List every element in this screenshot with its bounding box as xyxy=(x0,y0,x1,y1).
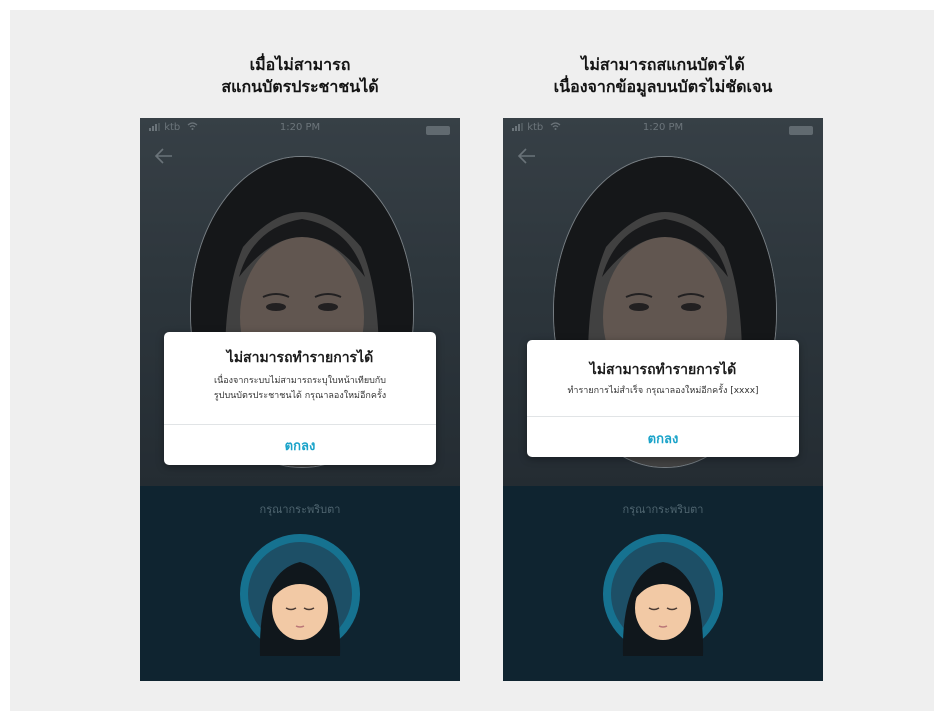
dialog-message-line: เนื่องจากระบบไม่สามารถระบุใบหน้าเทียบกับ xyxy=(214,376,386,386)
dialog-message: เนื่องจากระบบไม่สามารถระบุใบหน้าเทียบกับ… xyxy=(164,374,436,404)
face-avatar-icon xyxy=(238,532,362,656)
blink-instruction: กรุณากระพริบตา xyxy=(259,503,341,516)
caption-right: ไม่สามารถสแกนบัตรได้ เนื่องจากข้อมูลบนบั… xyxy=(498,54,828,98)
blink-prompt-area: กรุณากระพริบตา xyxy=(503,486,823,681)
phone-screen-left: ktb 1:20 PM กรุณากระพริบตา ไม่สามารถทำรา… xyxy=(140,118,460,681)
dialog-title: ไม่สามารถทำรายการได้ xyxy=(226,350,374,366)
error-dialog: ไม่สามารถทำรายการได้ เนื่องจากระบบไม่สาม… xyxy=(164,332,436,465)
dialog-message-line: รูปบนบัตรประชาชนได้ กรุณาลองใหม่อีกครั้ง xyxy=(213,391,387,401)
dialog-title: ไม่สามารถทำรายการได้ xyxy=(589,362,737,378)
blink-prompt-area: กรุณากระพริบตา xyxy=(140,486,460,681)
caption-line: เมื่อไม่สามารถ xyxy=(249,55,351,74)
error-dialog: ไม่สามารถทำรายการได้ ทำรายการไม่สำเร็จ ก… xyxy=(527,340,799,457)
face-avatar-icon xyxy=(601,532,725,656)
dialog-divider xyxy=(164,424,436,425)
ok-button[interactable]: ตกลง xyxy=(164,435,436,456)
caption-line: สแกนบัตรประชาชนได้ xyxy=(221,77,379,96)
caption-left: เมื่อไม่สามารถ สแกนบัตรประชาชนได้ xyxy=(135,54,465,98)
phone-screen-right: ktb 1:20 PM กรุณากระพริบตา ไม่สามารถทำรา… xyxy=(503,118,823,681)
caption-line: ไม่สามารถสแกนบัตรได้ xyxy=(581,55,745,74)
caption-line: เนื่องจากข้อมูลบนบัตรไม่ชัดเจน xyxy=(553,77,773,96)
dialog-message: ทำรายการไม่สำเร็จ กรุณาลองใหม่อีกครั้ง [… xyxy=(567,386,759,396)
dialog-divider xyxy=(527,416,799,417)
blink-instruction: กรุณากระพริบตา xyxy=(622,503,704,516)
ok-button[interactable]: ตกลง xyxy=(527,428,799,449)
